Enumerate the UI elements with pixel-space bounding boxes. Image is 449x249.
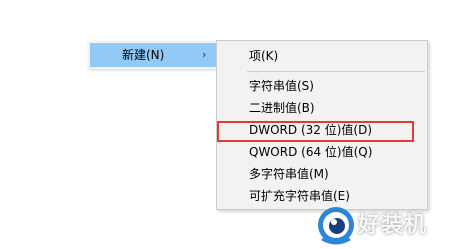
eye-logo-icon: [318, 207, 354, 245]
menu-item-binary-value[interactable]: 二进制值(B): [249, 98, 315, 118]
menu-separator: [247, 71, 425, 72]
menu-item-new[interactable]: 新建(N) ›: [90, 43, 216, 67]
menu-item-key[interactable]: 项(K): [249, 46, 278, 66]
new-submenu: 项(K) 字符串值(S) 二进制值(B) DWORD (32 位)值(D) QW…: [216, 40, 428, 210]
menu-item-multi-string-value[interactable]: 多字符串值(M): [249, 164, 329, 184]
watermark: 好装机: [316, 205, 446, 245]
menu-item-new-label: 新建(N): [122, 48, 165, 62]
menu-item-expandable-string-value[interactable]: 可扩充字符串值(E): [249, 186, 350, 206]
menu-item-string-value[interactable]: 字符串值(S): [249, 76, 314, 96]
screen: 新建(N) › 项(K) 字符串值(S) 二进制值(B) DWORD (32 位…: [0, 0, 449, 249]
menu-item-qword-value[interactable]: QWORD (64 位)值(Q): [249, 142, 372, 162]
context-menu: 新建(N) ›: [88, 41, 220, 69]
dword-highlight-annotation: [217, 121, 414, 142]
watermark-text: 好装机: [358, 213, 428, 238]
chevron-right-icon: ›: [202, 48, 207, 61]
